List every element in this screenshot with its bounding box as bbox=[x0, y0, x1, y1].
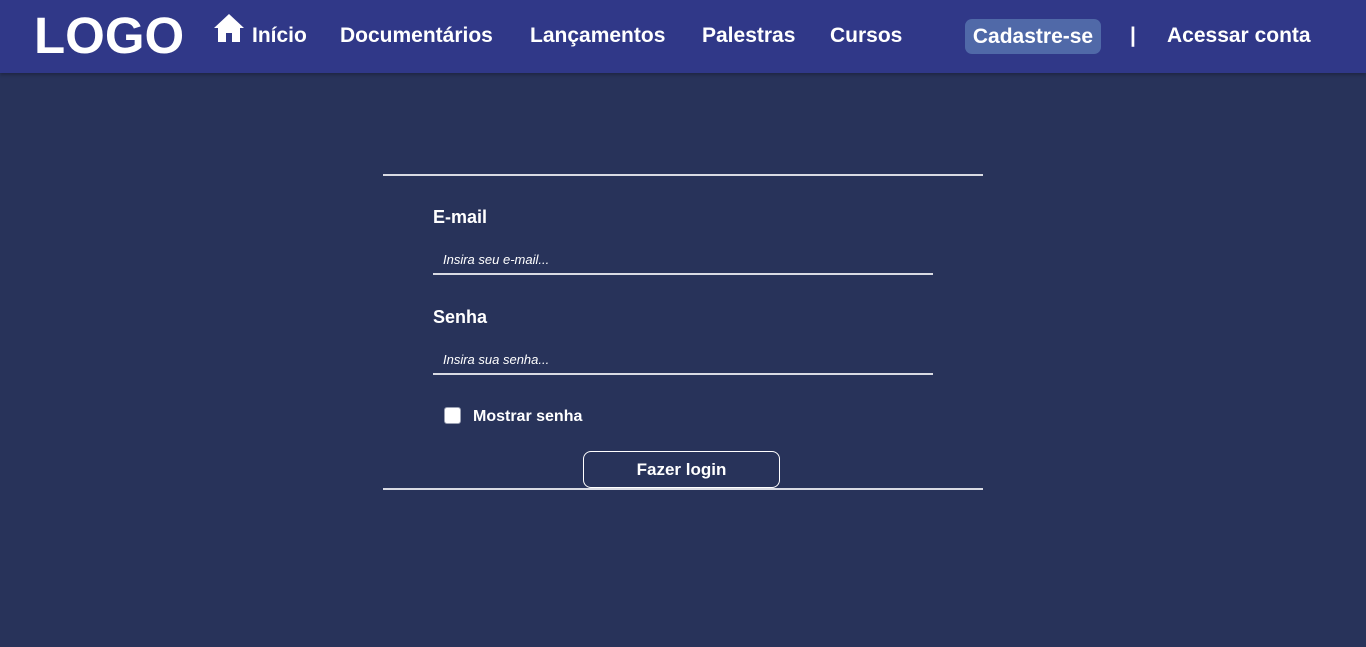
site-logo[interactable]: LOGO bbox=[34, 8, 184, 64]
nav-link-cursos[interactable]: Cursos bbox=[830, 24, 902, 48]
login-link[interactable]: Acessar conta bbox=[1167, 24, 1311, 48]
password-field[interactable] bbox=[433, 349, 933, 375]
signup-button[interactable]: Cadastre-se bbox=[965, 19, 1101, 54]
nav-link-inicio[interactable]: Início bbox=[252, 24, 307, 48]
email-label: E-mail bbox=[433, 207, 488, 227]
login-form: E-mail Senha Mostrar senha Fazer login bbox=[383, 174, 983, 490]
show-password-checkbox[interactable] bbox=[444, 407, 461, 424]
top-navbar: LOGO Início Documentários Lançamentos Pa… bbox=[0, 0, 1366, 73]
email-field[interactable] bbox=[433, 249, 933, 275]
password-label: Senha bbox=[433, 307, 488, 327]
show-password-label[interactable]: Mostrar senha bbox=[473, 408, 582, 426]
nav-link-palestras[interactable]: Palestras bbox=[702, 24, 795, 48]
nav-separator: | bbox=[1130, 24, 1136, 47]
nav-link-documentarios[interactable]: Documentários bbox=[340, 24, 493, 48]
home-icon[interactable] bbox=[213, 13, 245, 43]
login-submit-button[interactable]: Fazer login bbox=[583, 451, 780, 488]
nav-link-lancamentos[interactable]: Lançamentos bbox=[530, 24, 665, 48]
